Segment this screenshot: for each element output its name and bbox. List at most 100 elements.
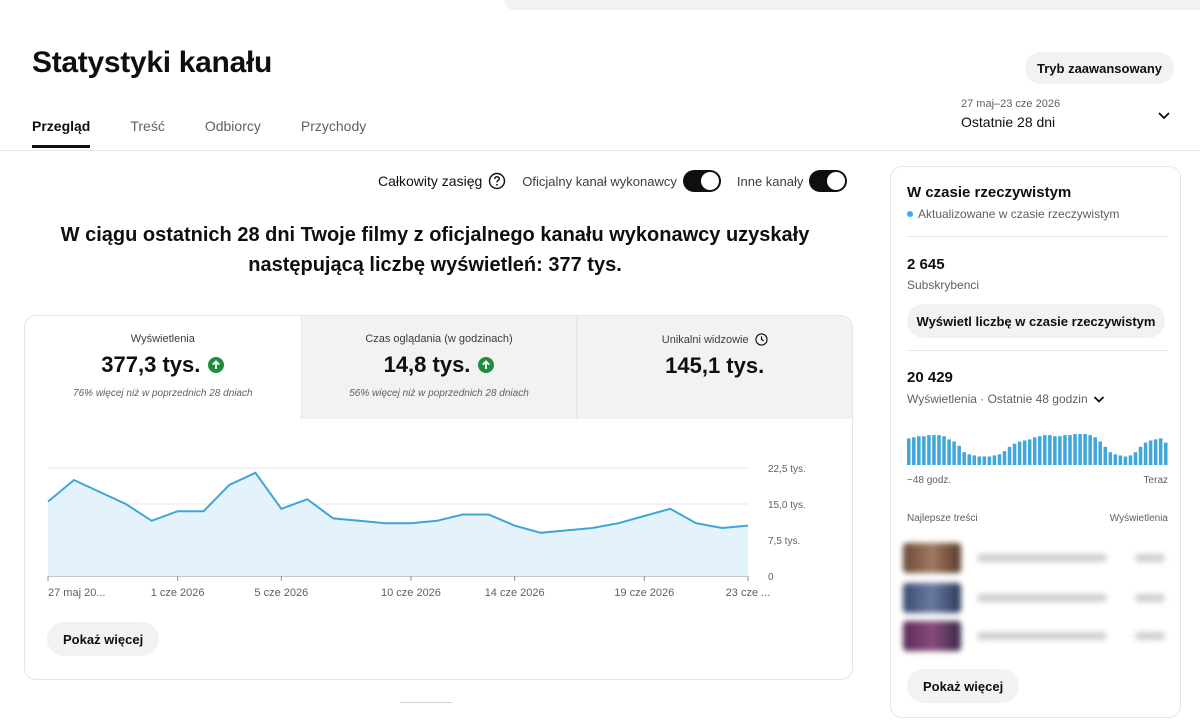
tab-revenue[interactable]: Przychody: [301, 118, 366, 148]
help-icon[interactable]: [488, 172, 506, 190]
realtime-bar: [1012, 443, 1017, 465]
metric-note: 76% więcej niż w poprzednich 28 dniach: [73, 388, 253, 399]
realtime-bar: [1022, 440, 1027, 465]
live-count-button[interactable]: Wyświetl liczbę w czasie rzeczywistym: [907, 304, 1165, 338]
video-views-blurred: [1135, 594, 1165, 602]
divider: [907, 236, 1168, 237]
y-tick-label: 7,5 tys.: [768, 536, 800, 547]
realtime-bar: [1163, 442, 1168, 465]
realtime-bar: [1128, 455, 1133, 465]
chevron-down-icon: [1093, 396, 1104, 403]
tab-content[interactable]: Treść: [130, 118, 164, 148]
reach-toggles: Całkowity zasięg Oficjalny kanał wykonaw…: [378, 170, 848, 192]
realtime-bar: [1002, 451, 1007, 465]
x-tick-label: 14 cze 2026: [485, 587, 545, 599]
realtime-bar: [1138, 446, 1143, 465]
advanced-mode-button[interactable]: Tryb zaawansowany: [1025, 52, 1174, 84]
page-title: Statystyki kanału: [32, 46, 273, 79]
realtime-bar: [962, 452, 966, 465]
realtime-bar: [1017, 441, 1022, 465]
realtime-bar: [917, 436, 921, 465]
divider: [907, 350, 1168, 351]
trend-up-icon: [478, 357, 495, 373]
realtime-bar: [1088, 435, 1092, 465]
video-views-blurred: [1135, 554, 1165, 562]
views-chart: 0 7,5 tys. 15,0 tys. 22,5 tys. 27 maj 20... 1…: [25, 419, 852, 619]
realtime-bar: [1108, 452, 1113, 465]
metric-title: Czas oglądania (w godzinach): [365, 333, 513, 345]
metric-tab-unique-viewers[interactable]: Unikalni widzowie 145,1 tys.: [576, 316, 852, 419]
realtime-bar: [1048, 435, 1052, 465]
other-channels-toggle[interactable]: [809, 170, 848, 192]
top-content-item[interactable]: [903, 583, 1180, 613]
date-range-picker[interactable]: 27 maj–23 cze 2026 Ostatnie 28 dni: [961, 98, 1171, 134]
metric-title: Unikalni widzowie: [577, 333, 852, 346]
subscribers-value: 2 645: [907, 256, 945, 273]
tab-bar: Przegląd Treść Odbiorcy Przychody: [32, 118, 406, 148]
realtime-bar: [947, 439, 951, 465]
other-channels-label: Inne kanały: [736, 173, 804, 189]
footer-divider: [400, 702, 452, 703]
x-tick-label: 1 cze 2026: [151, 587, 205, 599]
video-thumbnail: [903, 543, 961, 573]
official-channel-toggle[interactable]: [682, 170, 721, 192]
realtime-bar-chart: [907, 434, 1168, 465]
total-reach-label: Całkowity zasięg: [378, 173, 483, 189]
y-tick-label: 15,0 tys.: [768, 500, 806, 511]
realtime-bar: [987, 456, 992, 465]
metrics-card: Wyświetlenia 377,3 tys. 76% więcej niż w…: [24, 315, 853, 680]
metric-value-text: 145,1 tys.: [665, 353, 765, 378]
realtime-bar: [977, 456, 982, 465]
metric-tab-watch-time[interactable]: Czas oglądania (w godzinach) 14,8 tys. 5…: [300, 316, 577, 419]
realtime-bar: [1148, 440, 1153, 465]
realtime-views-label-text: Wyświetlenia · Ostatnie 48 godzin: [907, 392, 1088, 406]
views-chart-svg: 0 7,5 tys. 15,0 tys. 22,5 tys. 27 maj 20... 1…: [47, 464, 806, 599]
realtime-bar: [1007, 446, 1012, 465]
bars-axis-start: −48 godz.: [907, 475, 952, 486]
date-range-label: Ostatnie 28 dni: [961, 114, 1056, 130]
metric-value-text: 377,3 tys.: [101, 352, 201, 377]
summary-headline: W ciągu ostatnich 28 dni Twoje filmy z o…: [60, 224, 810, 276]
realtime-bar: [1118, 455, 1123, 465]
tab-audience[interactable]: Odbiorcy: [205, 118, 261, 148]
realtime-bar: [1083, 434, 1087, 465]
realtime-bar: [912, 437, 916, 465]
top-content-item[interactable]: [903, 543, 1180, 573]
realtime-bar: [952, 441, 956, 465]
top-content-item[interactable]: [903, 621, 1180, 651]
x-tick-label: 23 cze ...: [726, 587, 771, 599]
realtime-bar: [1043, 435, 1047, 465]
realtime-show-more-button[interactable]: Pokaż więcej: [907, 669, 1020, 703]
metric-note: 56% więcej niż w poprzednich 28 dniach: [349, 388, 529, 399]
realtime-bar: [922, 436, 926, 465]
realtime-subtitle-text: Aktualizowane w czasie rzeczywistym: [918, 207, 1120, 221]
metric-title-text: Unikalni widzowie: [661, 333, 749, 346]
realtime-bar: [997, 454, 1002, 465]
realtime-bar: [1133, 452, 1138, 465]
realtime-bar: [937, 435, 941, 465]
subscribers-label: Subskrybenci: [907, 278, 980, 292]
video-title-blurred: [977, 632, 1107, 640]
official-channel-label: Oficjalny kanał wykonawcy: [522, 173, 677, 189]
views-area: [48, 472, 748, 576]
metric-tabs: Wyświetlenia 377,3 tys. 76% więcej niż w…: [25, 316, 852, 419]
realtime-title: W czasie rzeczywistym: [907, 184, 1072, 201]
metric-value: 145,1 tys.: [577, 353, 852, 379]
top-content-header: Najlepsze treści: [907, 513, 978, 524]
realtime-bar: [967, 454, 971, 465]
chevron-down-icon: [1158, 112, 1170, 120]
realtime-bar: [1153, 439, 1158, 465]
realtime-views-label[interactable]: Wyświetlenia · Ostatnie 48 godzin: [907, 392, 1106, 406]
video-title-blurred: [977, 594, 1107, 602]
realtime-bar: [1027, 439, 1032, 465]
tab-overview[interactable]: Przegląd: [32, 118, 91, 148]
realtime-bar: [1058, 436, 1062, 465]
metric-tab-views[interactable]: Wyświetlenia 377,3 tys. 76% więcej niż w…: [25, 316, 301, 419]
realtime-bar: [972, 455, 977, 465]
top-search-bar[interactable]: [504, 0, 1200, 10]
x-tick-label: 10 cze 2026: [381, 587, 441, 599]
show-more-button[interactable]: Pokaż więcej: [47, 622, 160, 656]
realtime-bar: [1073, 434, 1077, 465]
realtime-bar: [932, 435, 936, 465]
clock-icon: [754, 333, 768, 346]
